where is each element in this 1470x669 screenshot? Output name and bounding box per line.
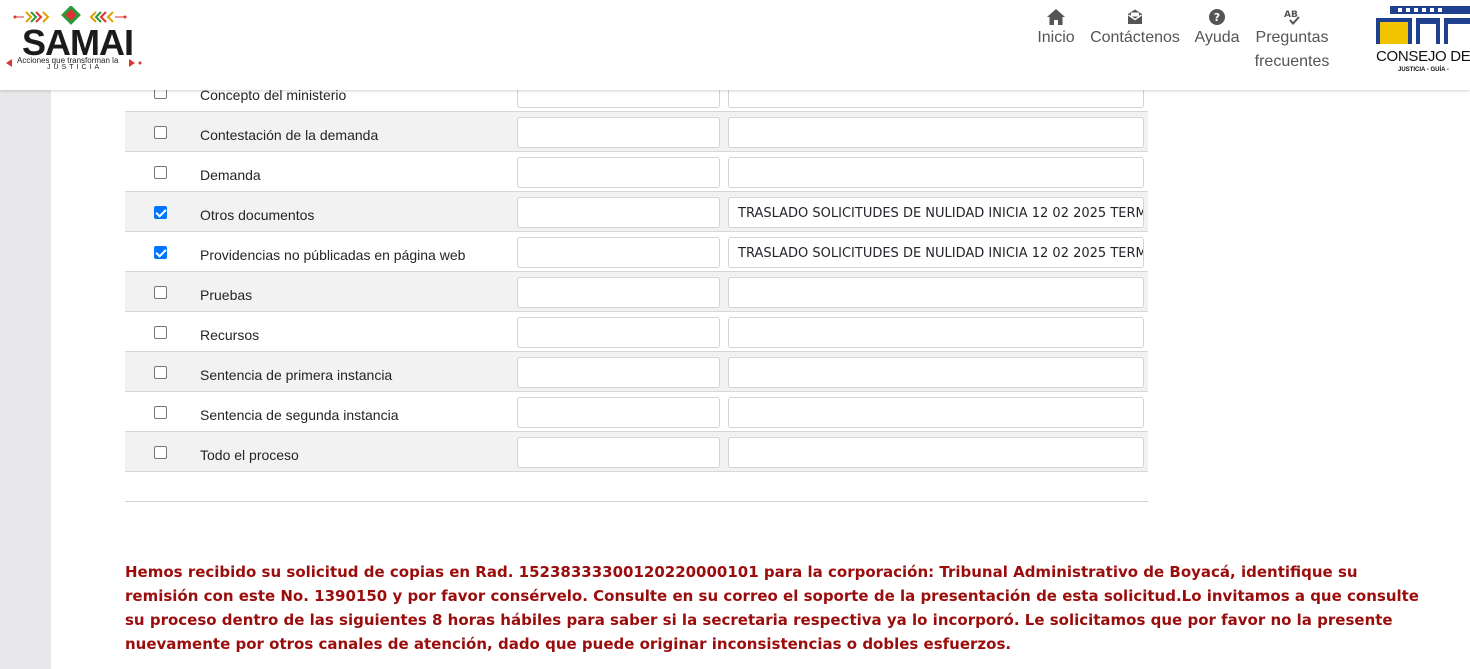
document-checkbox[interactable] — [154, 166, 167, 179]
document-label: Todo el proceso — [200, 447, 299, 463]
document-checkbox[interactable] — [154, 406, 167, 419]
section-divider — [125, 501, 1148, 502]
consejo-logo[interactable]: CONSEJO DE JUSTICIA - GUÍA - — [1376, 4, 1470, 76]
document-label: Sentencia de segunda instancia — [200, 407, 399, 423]
consejo-subtitle: JUSTICIA - GUÍA - — [1398, 67, 1449, 73]
document-field-1[interactable] — [517, 197, 720, 228]
document-field-1[interactable] — [517, 397, 720, 428]
document-checkbox[interactable] — [154, 246, 167, 259]
document-field-1[interactable] — [517, 437, 720, 468]
document-label: Otros documentos — [200, 207, 315, 223]
building-icon — [1376, 6, 1470, 44]
document-field-2[interactable] — [728, 157, 1144, 188]
document-field-1[interactable] — [517, 117, 720, 148]
document-label: Sentencia de primera instancia — [200, 367, 393, 383]
nav-preguntas-label-line2: frecuentes — [1254, 53, 1330, 70]
consejo-title: CONSEJO DE — [1376, 48, 1470, 65]
envelope-icon — [1128, 9, 1142, 24]
top-header: SAMAI Acciones que transforman la JUSTIC… — [0, 0, 1470, 90]
nav-ayuda[interactable]: ? Ayuda — [1193, 4, 1241, 50]
left-sidebar-strip — [0, 0, 51, 669]
svg-text:?: ? — [1214, 11, 1220, 24]
document-label: Demanda — [200, 167, 261, 183]
nav-contactenos-label: Contáctenos — [1090, 29, 1180, 46]
document-field-1[interactable] — [517, 277, 720, 308]
document-checkbox[interactable] — [154, 126, 167, 139]
spellcheck-icon: AB — [1284, 10, 1300, 26]
table-row: Sentencia de segunda instancia — [125, 392, 1148, 432]
document-field-2[interactable] — [728, 117, 1144, 148]
table-row: Demanda — [125, 152, 1148, 192]
document-label: Recursos — [200, 327, 260, 343]
nav-ayuda-label: Ayuda — [1194, 29, 1240, 46]
nav-preguntas-frecuentes[interactable]: AB Preguntas frecuentes — [1252, 4, 1332, 74]
document-field-1[interactable] — [517, 237, 720, 268]
document-label: Providencias no públicadas en página web — [200, 247, 466, 263]
document-field-2[interactable] — [728, 317, 1144, 348]
document-field-2[interactable]: TRASLADO SOLICITUDES DE NULIDAD INICIA 1… — [728, 237, 1144, 268]
document-field-2[interactable]: TRASLADO SOLICITUDES DE NULIDAD INICIA 1… — [728, 197, 1144, 228]
table-row: Contestación de la demanda — [125, 112, 1148, 152]
nav-inicio-label: Inicio — [1037, 29, 1075, 46]
document-checkbox[interactable] — [154, 446, 167, 459]
nav-inicio[interactable]: Inicio — [1036, 4, 1076, 50]
nav-preguntas-label-line1: Preguntas — [1255, 29, 1329, 46]
document-field-1[interactable] — [517, 357, 720, 388]
table-row: Todo el proceso — [125, 432, 1148, 472]
table-row: Otros documentos TRASLADO SOLICITUDES DE … — [125, 192, 1148, 232]
svg-text:AB: AB — [1284, 10, 1298, 20]
document-field-1[interactable] — [517, 317, 720, 348]
document-checkbox[interactable] — [154, 206, 167, 219]
document-field-2[interactable] — [728, 357, 1144, 388]
logo-left-arrow-icon — [6, 59, 12, 67]
table-row: Pruebas — [125, 272, 1148, 312]
table-row: Recursos — [125, 312, 1148, 352]
table-row: Providencias no públicadas en página web… — [125, 232, 1148, 272]
document-field-2[interactable] — [728, 277, 1144, 308]
document-checkbox[interactable] — [154, 366, 167, 379]
confirmation-message: Hemos recibido su solicitud de copias en… — [125, 563, 1419, 653]
documents-table: Concepto del ministerio Contestación de l… — [125, 72, 1148, 472]
logo-tagline-justicia: JUSTICIA — [47, 64, 103, 71]
samai-logo[interactable]: SAMAI Acciones que transforman la JUSTIC… — [6, 4, 145, 74]
document-checkbox[interactable] — [154, 286, 167, 299]
table-row: Sentencia de primera instancia — [125, 352, 1148, 392]
document-label: Contestación de la demanda — [200, 127, 379, 143]
document-checkbox[interactable] — [154, 326, 167, 339]
question-circle-icon: ? — [1209, 9, 1225, 25]
document-field-2[interactable] — [728, 397, 1144, 428]
nav-contactenos[interactable]: Contáctenos — [1090, 4, 1180, 50]
document-label: Pruebas — [200, 287, 253, 303]
logo-right-arrow-icon — [129, 59, 142, 67]
document-field-2[interactable] — [728, 437, 1144, 468]
document-field-1[interactable] — [517, 157, 720, 188]
home-icon — [1047, 9, 1065, 25]
